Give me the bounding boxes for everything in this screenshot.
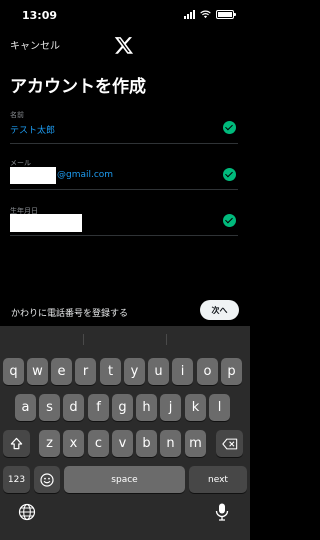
check-icon — [223, 121, 236, 134]
next-key[interactable]: next — [189, 466, 247, 493]
prediction-bar — [0, 326, 250, 352]
key-k[interactable]: k — [185, 394, 206, 421]
prediction-divider — [83, 334, 84, 345]
cancel-button[interactable]: キャンセル — [10, 37, 60, 52]
key-t[interactable]: t — [100, 358, 121, 385]
key-l[interactable]: l — [209, 394, 230, 421]
redacted-birthdate — [10, 214, 82, 232]
email-field-value: @gmail.com — [57, 170, 114, 180]
key-v[interactable]: v — [112, 430, 133, 457]
backspace-key[interactable] — [216, 430, 243, 457]
key-u[interactable]: u — [148, 358, 169, 385]
birthdate-field[interactable]: 生年月日 — [10, 206, 238, 236]
key-i[interactable]: i — [172, 358, 193, 385]
key-j[interactable]: j — [160, 394, 181, 421]
redacted-email-user — [10, 167, 56, 184]
keyboard: q w e r t y u i o p a s d f g h j k l z … — [0, 326, 250, 540]
backspace-icon — [221, 438, 237, 449]
microphone-icon[interactable] — [214, 502, 230, 522]
key-p[interactable]: p — [221, 358, 242, 385]
status-time: 13:09 — [22, 9, 58, 22]
shift-key[interactable] — [3, 430, 30, 457]
status-bar: 13:09 — [0, 0, 250, 34]
key-c[interactable]: c — [88, 430, 109, 457]
space-key[interactable]: space — [64, 466, 185, 493]
key-y[interactable]: y — [124, 358, 145, 385]
key-q[interactable]: q — [3, 358, 24, 385]
emoji-key[interactable] — [34, 466, 60, 493]
name-field-label: 名前 — [10, 111, 24, 119]
key-g[interactable]: g — [112, 394, 133, 421]
cellular-signal-icon — [184, 10, 195, 19]
check-icon — [223, 214, 236, 227]
key-z[interactable]: z — [39, 430, 60, 457]
key-s[interactable]: s — [39, 394, 60, 421]
key-f[interactable]: f — [88, 394, 109, 421]
key-w[interactable]: w — [27, 358, 48, 385]
page-title: アカウントを作成 — [10, 77, 146, 97]
emoji-icon — [40, 472, 54, 487]
name-field[interactable]: 名前 テスト太郎 — [10, 110, 238, 144]
battery-icon — [216, 10, 236, 19]
key-n[interactable]: n — [160, 430, 181, 457]
numbers-key[interactable]: 123 — [3, 466, 30, 493]
globe-icon[interactable] — [18, 503, 36, 521]
status-icons — [184, 10, 236, 19]
check-icon — [223, 168, 236, 181]
email-field[interactable]: メール @gmail.com — [10, 158, 238, 190]
key-m[interactable]: m — [185, 430, 206, 457]
shift-icon — [10, 437, 23, 450]
name-field-value: テスト太郎 — [10, 126, 56, 136]
key-b[interactable]: b — [136, 430, 157, 457]
next-button[interactable]: 次へ — [200, 300, 239, 320]
wifi-icon — [200, 10, 211, 19]
nav-bar: キャンセル — [0, 30, 250, 60]
key-h[interactable]: h — [136, 394, 157, 421]
key-o[interactable]: o — [197, 358, 218, 385]
key-a[interactable]: a — [15, 394, 36, 421]
key-e[interactable]: e — [51, 358, 72, 385]
x-logo-icon — [114, 37, 134, 54]
key-d[interactable]: d — [63, 394, 84, 421]
key-r[interactable]: r — [75, 358, 96, 385]
key-x[interactable]: x — [63, 430, 84, 457]
prediction-divider — [166, 334, 167, 345]
use-phone-instead-link[interactable]: かわりに電話番号を登録する — [11, 306, 128, 319]
